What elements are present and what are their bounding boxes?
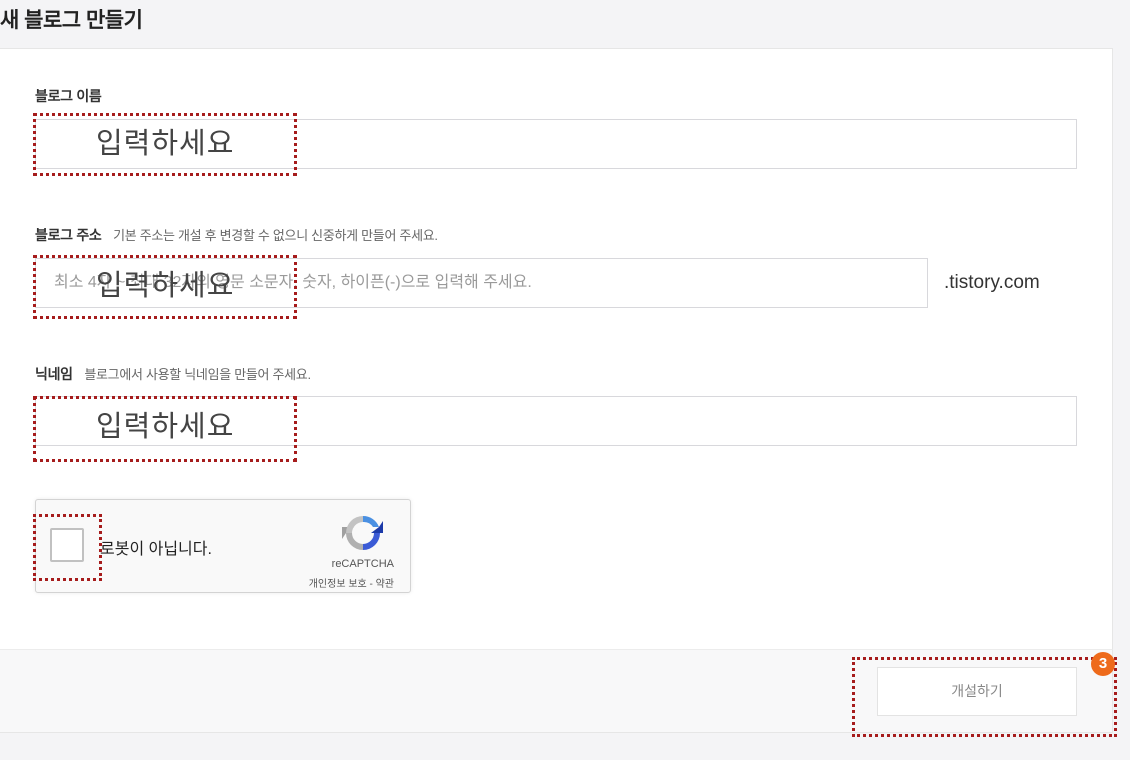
blog-address-hint: 기본 주소는 개설 후 변경할 수 없으니 신중하게 만들어 주세요. <box>113 228 438 243</box>
blog-name-label: 블로그 이름 <box>35 86 102 106</box>
annotation-blog-name: 입력하세요 <box>33 113 297 176</box>
step-badge: 3 <box>1091 652 1115 676</box>
annotation-nickname-text: 입력하세요 <box>96 409 235 443</box>
nickname-hint: 블로그에서 사용할 닉네임을 만들어 주세요. <box>84 367 311 382</box>
annotation-recaptcha-checkbox <box>33 514 102 581</box>
recaptcha-logo-icon <box>342 515 383 550</box>
blog-name-label-text: 블로그 이름 <box>35 88 102 104</box>
recaptcha-brand: reCAPTCHA <box>331 558 394 570</box>
domain-suffix: .tistory.com <box>944 272 1040 293</box>
annotation-blog-name-text: 입력하세요 <box>96 126 235 160</box>
nickname-label: 닉네임 블로그에서 사용할 닉네임을 만들어 주세요. <box>35 364 311 384</box>
page-title: 새 블로그 만들기 <box>0 9 143 32</box>
annotation-blog-address-text: 입력하세요 <box>96 268 235 302</box>
recaptcha-privacy-terms-links[interactable]: 개인정보 보호 - 약관 <box>309 575 394 590</box>
blog-address-label: 블로그 주소 기본 주소는 개설 후 변경할 수 없으니 신중하게 만들어 주세… <box>35 225 438 245</box>
recaptcha-label: 로봇이 아닙니다. <box>100 541 212 558</box>
annotation-blog-address: 입력하세요 <box>33 255 297 319</box>
annotation-nickname: 입력하세요 <box>33 396 297 462</box>
annotation-submit <box>852 657 1117 737</box>
nickname-label-text: 닉네임 <box>35 366 73 382</box>
blog-address-label-text: 블로그 주소 <box>35 227 102 243</box>
